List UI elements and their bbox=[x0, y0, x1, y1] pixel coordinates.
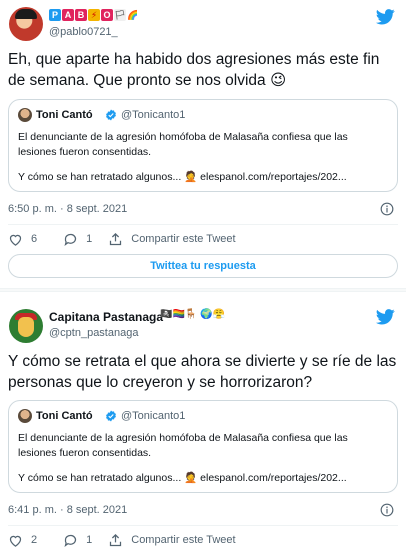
verified-badge-icon bbox=[106, 109, 116, 121]
share-icon bbox=[110, 232, 122, 245]
reply-count: 1 bbox=[86, 233, 93, 245]
share-label: Compartir este Tweet bbox=[131, 534, 236, 546]
tweet-separator bbox=[0, 288, 406, 292]
tweet-your-reply-button[interactable]: Twittea tu respuesta bbox=[8, 254, 398, 278]
badge-o: O bbox=[101, 9, 113, 21]
quote-link-line: Y cómo se han retratado algunos... 🤦 ele… bbox=[18, 472, 347, 484]
quote-author-name: Toni Cantó bbox=[36, 109, 93, 121]
share-label: Compartir este Tweet bbox=[131, 233, 236, 245]
quote-author-name: Toni Cantó bbox=[36, 410, 93, 422]
quoted-tweet[interactable]: Toni Cantó @Tonicanto1 El denunciante de… bbox=[8, 99, 398, 192]
twitter-bird-icon[interactable] bbox=[376, 309, 395, 325]
reply-button[interactable]: 1 bbox=[63, 232, 92, 247]
tweet-card: P A B ⚡ O 🏳 🌈 @pablo0721_ Eh, que aparte… bbox=[0, 0, 406, 288]
author-emoji-badges: 🏴‍☠️🏳️‍🌈🪑 🌍😤 bbox=[160, 309, 226, 320]
like-button[interactable]: 6 bbox=[8, 232, 37, 247]
tweet-text: Y cómo se retrata el que ahora se divier… bbox=[8, 353, 397, 391]
quote-text: El denunciante de la agresión homófoba d… bbox=[18, 432, 348, 459]
share-button[interactable]: Compartir este Tweet bbox=[108, 232, 236, 247]
badge-rainbow: 🌈 bbox=[127, 10, 139, 20]
share-button[interactable]: Compartir este Tweet bbox=[108, 533, 236, 548]
quoted-tweet[interactable]: Toni Cantó @Tonicanto1 El denunciante de… bbox=[8, 400, 398, 493]
twitter-bird-icon[interactable] bbox=[376, 9, 395, 25]
tweet-text: Eh, que aparte ha habido dos agresiones … bbox=[8, 51, 380, 89]
quote-avatar bbox=[18, 409, 32, 423]
author-name[interactable]: Capitana Pastanaga bbox=[49, 310, 163, 324]
badge-p: P bbox=[49, 9, 61, 21]
like-button[interactable]: 2 bbox=[8, 533, 37, 548]
tweet-actions: 2 1 Compartir este Tweet bbox=[8, 532, 252, 548]
like-count: 2 bbox=[31, 534, 38, 546]
reply-button[interactable]: 1 bbox=[63, 533, 92, 548]
tweet-actions: 6 1 Compartir este Tweet bbox=[8, 231, 252, 247]
quote-text: El denunciante de la agresión homófoba d… bbox=[18, 131, 348, 158]
share-icon bbox=[110, 533, 122, 546]
verified-badge-icon bbox=[106, 410, 116, 422]
avatar[interactable] bbox=[9, 7, 43, 41]
quote-author-handle: @Tonicanto1 bbox=[121, 109, 186, 121]
like-count: 6 bbox=[31, 233, 38, 245]
quote-author-handle: @Tonicanto1 bbox=[121, 410, 186, 422]
quote-avatar bbox=[18, 108, 32, 122]
comment-icon bbox=[64, 534, 77, 547]
quote-link-line: Y cómo se han retratado algunos... 🤦 ele… bbox=[18, 171, 347, 183]
info-icon[interactable] bbox=[380, 202, 394, 216]
reply-count: 1 bbox=[86, 534, 93, 546]
badge-a: A bbox=[62, 9, 74, 21]
badge-lightning: ⚡ bbox=[88, 9, 100, 21]
heart-icon bbox=[9, 234, 22, 246]
badge-b: B bbox=[75, 9, 87, 21]
author-handle[interactable]: @cptn_pastanaga bbox=[49, 327, 138, 339]
divider bbox=[8, 224, 398, 225]
avatar[interactable] bbox=[9, 309, 43, 343]
tweet-timestamp[interactable]: 6:50 p. m. · 8 sept. 2021 bbox=[8, 203, 127, 215]
comment-icon bbox=[64, 233, 77, 246]
badge-flag: 🏳 bbox=[114, 9, 126, 21]
author-badges: P A B ⚡ O 🏳 🌈 bbox=[49, 9, 139, 21]
info-icon[interactable] bbox=[380, 503, 394, 517]
divider bbox=[8, 525, 398, 526]
tweet-timestamp[interactable]: 6:41 p. m. · 8 sept. 2021 bbox=[8, 504, 127, 516]
author-handle[interactable]: @pablo0721_ bbox=[49, 26, 118, 38]
heart-icon bbox=[9, 535, 22, 547]
